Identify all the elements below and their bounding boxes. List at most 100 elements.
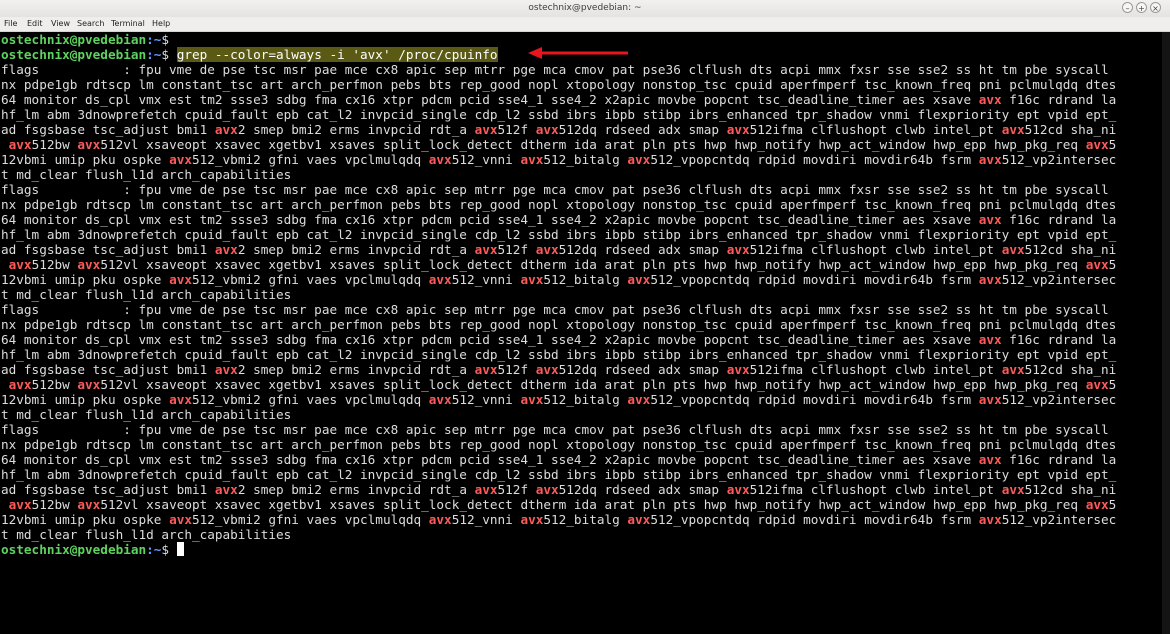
output-text: t md_clear flush_l1d arch_capabilities bbox=[1, 407, 292, 422]
match-highlight: avx bbox=[1001, 482, 1025, 497]
output-text: 512_vbmi2 gfni vaes vpclmulqdq bbox=[191, 392, 429, 407]
match-highlight: avx bbox=[1085, 137, 1109, 152]
output-line: 12vbmi umip pku ospke avx512_vbmi2 gfni … bbox=[1, 272, 1167, 287]
match-highlight: avx bbox=[474, 122, 498, 137]
prompt-path: :~ bbox=[146, 47, 162, 62]
output-text: 512_vpopcntdq rdpid movdiri movdir64b fs… bbox=[650, 272, 979, 287]
match-highlight: avx bbox=[8, 497, 32, 512]
minimize-button[interactable]: – bbox=[1122, 2, 1133, 13]
prompt-symbol: $ bbox=[161, 47, 177, 62]
output-text: ad fsgsbase tsc_adjust bmi1 bbox=[1, 362, 215, 377]
match-highlight: avx bbox=[428, 152, 452, 167]
match-highlight: avx bbox=[535, 122, 559, 137]
output-line: 64 monitor ds_cpl vmx est tm2 ssse3 sdbg… bbox=[1, 332, 1167, 347]
match-highlight: avx bbox=[535, 482, 559, 497]
output-text: hf_lm abm 3dnowprefetch cpuid_fault epb … bbox=[1, 467, 1117, 482]
output-text: 512vl xsaveopt xsavec xgetbv1 xsaves spl… bbox=[100, 497, 1086, 512]
output-line: avx512bw avx512vl xsaveopt xsavec xgetbv… bbox=[1, 137, 1167, 152]
output-text: f16c rdrand la bbox=[1001, 332, 1117, 347]
match-highlight: avx bbox=[8, 257, 32, 272]
output-text: 512_vpopcntdq rdpid movdiri movdir64b fs… bbox=[650, 152, 979, 167]
prompt-symbol: $ bbox=[161, 542, 177, 557]
match-highlight: avx bbox=[169, 512, 192, 527]
output-text: ad fsgsbase tsc_adjust bmi1 bbox=[1, 482, 215, 497]
output-text: 512ifma clflushopt clwb intel_pt bbox=[749, 242, 1002, 257]
prompt-user-host: ostechnix@pvedebian bbox=[1, 542, 147, 557]
match-highlight: avx bbox=[474, 242, 498, 257]
menu-help[interactable]: Help bbox=[152, 19, 170, 28]
match-highlight: avx bbox=[627, 152, 651, 167]
menu-bar: File Edit View Search Terminal Help bbox=[0, 17, 1170, 32]
output-text: 5 bbox=[1108, 257, 1117, 272]
output-text: 512vl xsaveopt xsavec xgetbv1 xsaves spl… bbox=[100, 377, 1086, 392]
output-text: 512_vnni bbox=[451, 272, 521, 287]
menu-edit[interactable]: Edit bbox=[27, 19, 43, 28]
close-button[interactable]: × bbox=[1150, 2, 1161, 13]
match-highlight: avx bbox=[428, 392, 452, 407]
output-text: hf_lm abm 3dnowprefetch cpuid_fault epb … bbox=[1, 347, 1117, 362]
output-text: flags : fpu vme de pse tsc msr pae mce c… bbox=[1, 62, 1109, 77]
match-highlight: avx bbox=[520, 272, 544, 287]
output-text: 512_bitalg bbox=[543, 152, 628, 167]
match-highlight: avx bbox=[474, 482, 498, 497]
match-highlight: avx bbox=[428, 512, 452, 527]
output-text: nx pdpe1gb rdtscp lm constant_tsc art ar… bbox=[1, 77, 1117, 92]
output-text: 512f bbox=[497, 122, 536, 137]
output-text: flags : fpu vme de pse tsc msr pae mce c… bbox=[1, 422, 1109, 437]
match-highlight: avx bbox=[726, 122, 750, 137]
output-line: hf_lm abm 3dnowprefetch cpuid_fault epb … bbox=[1, 347, 1167, 362]
output-text: 512_vp2intersec bbox=[1001, 512, 1117, 527]
match-highlight: avx bbox=[978, 392, 1002, 407]
output-text: nx pdpe1gb rdtscp lm constant_tsc art ar… bbox=[1, 437, 1117, 452]
match-highlight: avx bbox=[627, 392, 651, 407]
output-text: 512_vp2intersec bbox=[1001, 152, 1117, 167]
match-highlight: avx bbox=[726, 362, 750, 377]
maximize-button[interactable]: + bbox=[1136, 2, 1147, 13]
match-highlight: avx bbox=[77, 137, 101, 152]
menu-file[interactable]: File bbox=[4, 19, 17, 28]
final-prompt-line: ostechnix@pvedebian:~$ bbox=[1, 542, 1167, 557]
output-text: 512vl xsaveopt xsavec xgetbv1 xsaves spl… bbox=[100, 257, 1086, 272]
match-highlight: avx bbox=[535, 362, 559, 377]
output-text: 512_bitalg bbox=[543, 512, 628, 527]
scrollbar[interactable] bbox=[1162, 32, 1170, 634]
match-highlight: avx bbox=[77, 497, 101, 512]
terminal-output[interactable]: ostechnix@pvedebian:~$ ostechnix@pvedebi… bbox=[0, 32, 1170, 634]
output-text: f16c rdrand la bbox=[1001, 452, 1117, 467]
menu-view[interactable]: View bbox=[51, 19, 70, 28]
output-line: 12vbmi umip pku ospke avx512_vbmi2 gfni … bbox=[1, 392, 1167, 407]
output-line: nx pdpe1gb rdtscp lm constant_tsc art ar… bbox=[1, 77, 1167, 92]
prompt-symbol: $ bbox=[161, 32, 177, 47]
match-highlight: avx bbox=[8, 377, 32, 392]
output-text: 512dq rdseed adx smap bbox=[558, 362, 727, 377]
output-line: avx512bw avx512vl xsaveopt xsavec xgetbv… bbox=[1, 257, 1167, 272]
output-text: 512ifma clflushopt clwb intel_pt bbox=[749, 482, 1002, 497]
output-text: flags : fpu vme de pse tsc msr pae mce c… bbox=[1, 302, 1109, 317]
match-highlight: avx bbox=[627, 512, 651, 527]
match-highlight: avx bbox=[1001, 122, 1025, 137]
title-bar[interactable]: ostechnix@pvedebian: ~ – + × bbox=[0, 0, 1170, 17]
output-text: ad fsgsbase tsc_adjust bmi1 bbox=[1, 242, 215, 257]
grep-command: grep --color=always -i 'avx' /proc/cpuin… bbox=[176, 47, 498, 62]
output-text: 512_vp2intersec bbox=[1001, 272, 1117, 287]
match-highlight: avx bbox=[169, 272, 192, 287]
match-highlight: avx bbox=[428, 272, 452, 287]
menu-search[interactable]: Search bbox=[77, 19, 104, 28]
output-text: t md_clear flush_l1d arch_capabilities bbox=[1, 527, 292, 542]
output-text: 512cd sha_ni bbox=[1024, 482, 1117, 497]
output-line: ad fsgsbase tsc_adjust bmi1 avx2 smep bm… bbox=[1, 362, 1167, 377]
output-text: 64 monitor ds_cpl vmx est tm2 ssse3 sdbg… bbox=[1, 92, 979, 107]
output-text: 512_vp2intersec bbox=[1001, 392, 1117, 407]
match-highlight: avx bbox=[978, 92, 1002, 107]
output-text: 5 bbox=[1108, 497, 1117, 512]
match-highlight: avx bbox=[978, 512, 1002, 527]
output-text: 512_vbmi2 gfni vaes vpclmulqdq bbox=[191, 512, 429, 527]
output-line: t md_clear flush_l1d arch_capabilities bbox=[1, 527, 1167, 542]
menu-terminal[interactable]: Terminal bbox=[111, 19, 145, 28]
output-line: hf_lm abm 3dnowprefetch cpuid_fault epb … bbox=[1, 467, 1167, 482]
match-highlight: avx bbox=[169, 152, 192, 167]
output-text: 512dq rdseed adx smap bbox=[558, 482, 727, 497]
